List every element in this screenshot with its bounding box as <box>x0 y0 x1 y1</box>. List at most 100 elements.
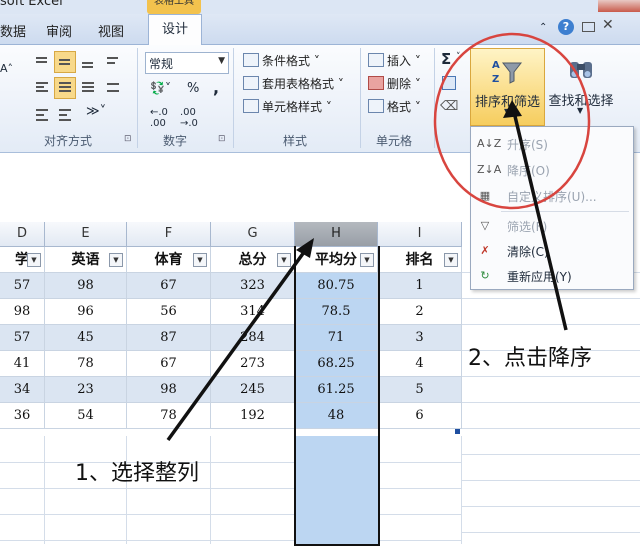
align-top-button[interactable] <box>31 51 53 73</box>
table-cell[interactable]: 284 <box>211 325 295 351</box>
column-header-e[interactable]: E <box>45 222 127 247</box>
contextual-tab-header: 表格工具 <box>147 0 201 14</box>
format-as-table-button[interactable]: 套用表格格式 ˅ <box>243 75 344 92</box>
align-right-button[interactable] <box>77 77 99 99</box>
table-cell[interactable]: 5 <box>378 377 462 403</box>
cell-styles-icon <box>243 99 259 113</box>
align-center-button[interactable] <box>54 77 76 99</box>
menu-item-filter[interactable]: ▽ 筛选(F) <box>471 215 633 237</box>
table-cell[interactable]: 98 <box>127 377 211 403</box>
find-select-button[interactable]: 查找和选择 ▼ <box>545 48 617 124</box>
group-divider <box>137 48 138 148</box>
table-header-cell[interactable]: 总分 ▼ <box>211 247 295 273</box>
tab-data[interactable]: 数据 <box>0 21 26 40</box>
table-header-cell[interactable]: 学 ▼ <box>0 247 45 273</box>
sort-filter-button[interactable]: A Z 排序和筛选 ▼ <box>470 48 545 126</box>
table-cell[interactable]: 87 <box>127 325 211 351</box>
column-header-i[interactable]: I <box>378 222 462 247</box>
insert-button[interactable]: 插入 ˅ <box>368 52 421 69</box>
table-cell[interactable]: 78 <box>127 403 211 429</box>
tab-view[interactable]: 视图 <box>98 21 124 40</box>
filter-dropdown-icon[interactable]: ▼ <box>444 253 458 267</box>
table-cell[interactable]: 67 <box>127 351 211 377</box>
cells-group-label: 单元格 <box>376 134 413 148</box>
table-cell[interactable]: 3 <box>378 325 462 351</box>
autosum-button[interactable]: Σ <box>441 50 451 68</box>
menu-item-clear[interactable]: ✗ 清除(C) <box>471 240 633 262</box>
minimize-ribbon-icon[interactable]: ⌃ <box>539 22 547 33</box>
table-cell[interactable]: 54 <box>45 403 127 429</box>
merge-center-button[interactable] <box>102 77 124 99</box>
table-cell[interactable]: 41 <box>0 351 45 377</box>
increase-indent-button[interactable] <box>54 104 76 126</box>
align-middle-button[interactable] <box>54 51 76 73</box>
table-cell[interactable]: 36 <box>0 403 45 429</box>
table-cell[interactable]: 323 <box>211 273 295 299</box>
comma-style-button[interactable]: , <box>213 78 219 97</box>
tab-review[interactable]: 审阅 <box>46 21 72 40</box>
percent-style-button[interactable]: % <box>187 81 199 96</box>
table-cell[interactable]: 4 <box>378 351 462 377</box>
menu-item-reapply[interactable]: ↻ 重新应用(Y) <box>471 265 633 287</box>
menu-item-custom-sort[interactable]: ▦ 自定义排序(U)... <box>471 185 633 207</box>
menu-item-sort-ascending[interactable]: A↓Z 升序(S) <box>471 133 633 155</box>
delete-button[interactable]: 删除 ˅ <box>368 75 421 92</box>
table-cell[interactable]: 273 <box>211 351 295 377</box>
table-cell[interactable]: 34 <box>0 377 45 403</box>
table-cell[interactable]: 2 <box>378 299 462 325</box>
align-bottom-button[interactable] <box>77 51 99 73</box>
table-cell[interactable]: 98 <box>45 273 127 299</box>
font-size-grow-icon[interactable]: A˄ <box>0 62 13 75</box>
table-cell[interactable]: 45 <box>45 325 127 351</box>
close-workbook-icon[interactable]: ✕ <box>602 17 614 33</box>
filter-dropdown-icon[interactable]: ▼ <box>277 253 291 267</box>
decrease-decimal-icon[interactable]: .00 →.0 <box>180 107 198 129</box>
restore-window-icon[interactable] <box>582 22 595 32</box>
header-text: 排名 <box>405 252 434 268</box>
column-header-h[interactable]: H <box>295 222 378 247</box>
accounting-format-icon[interactable]: 💱˅ <box>150 81 171 95</box>
conditional-format-button[interactable]: 条件格式 ˅ <box>243 52 320 69</box>
filter-dropdown-icon[interactable]: ▼ <box>109 253 123 267</box>
orientation-icon[interactable]: ≫˅ <box>86 104 106 119</box>
table-cell[interactable]: 96 <box>45 299 127 325</box>
menu-item-sort-descending[interactable]: Z↓A 降序(O) <box>471 159 633 181</box>
column-header-d[interactable]: D <box>0 222 45 247</box>
clear-eraser-icon[interactable]: ⌫ <box>440 99 458 114</box>
table-resize-handle[interactable] <box>455 429 460 434</box>
align-left-button[interactable] <box>31 77 53 99</box>
table-cell[interactable]: 6 <box>378 403 462 429</box>
table-cell[interactable]: 98 <box>0 299 45 325</box>
table-header-cell[interactable]: 英语 ▼ <box>45 247 127 273</box>
chevron-down-icon[interactable]: ˅ <box>456 52 461 62</box>
filter-dropdown-icon[interactable]: ▼ <box>27 253 41 267</box>
table-cell[interactable]: 57 <box>0 325 45 351</box>
table-cell[interactable]: 23 <box>45 377 127 403</box>
tab-design[interactable]: 设计 <box>148 14 202 46</box>
table-cell[interactable]: 57 <box>0 273 45 299</box>
table-cell[interactable]: 67 <box>127 273 211 299</box>
column-header-g[interactable]: G <box>211 222 295 247</box>
column-header-f[interactable]: F <box>127 222 211 247</box>
cell-styles-button[interactable]: 单元格样式 ˅ <box>243 98 332 115</box>
table-cell[interactable]: 314 <box>211 299 295 325</box>
help-icon[interactable]: ? <box>558 19 574 35</box>
decrease-indent-button[interactable] <box>31 104 53 126</box>
table-cell[interactable]: 245 <box>211 377 295 403</box>
fill-icon[interactable] <box>442 76 456 90</box>
alignment-launcher-icon[interactable]: ⊡ <box>124 134 132 144</box>
format-button[interactable]: 格式 ˅ <box>368 98 421 115</box>
table-cell[interactable]: 192 <box>211 403 295 429</box>
table-cell[interactable]: 1 <box>378 273 462 299</box>
wrap-text-button[interactable] <box>102 51 124 73</box>
number-format-select[interactable]: 常规 ▼ <box>145 52 229 74</box>
filter-dropdown-icon[interactable]: ▼ <box>193 253 207 267</box>
close-window-button[interactable] <box>598 0 640 12</box>
table-cell[interactable]: 56 <box>127 299 211 325</box>
header-text: 体育 <box>154 252 183 268</box>
table-cell[interactable]: 78 <box>45 351 127 377</box>
number-launcher-icon[interactable]: ⊡ <box>218 134 226 144</box>
increase-decimal-icon[interactable]: ←.0.00 <box>150 107 168 129</box>
table-header-cell[interactable]: 体育 ▼ <box>127 247 211 273</box>
table-header-cell[interactable]: 排名 ▼ <box>378 247 462 273</box>
